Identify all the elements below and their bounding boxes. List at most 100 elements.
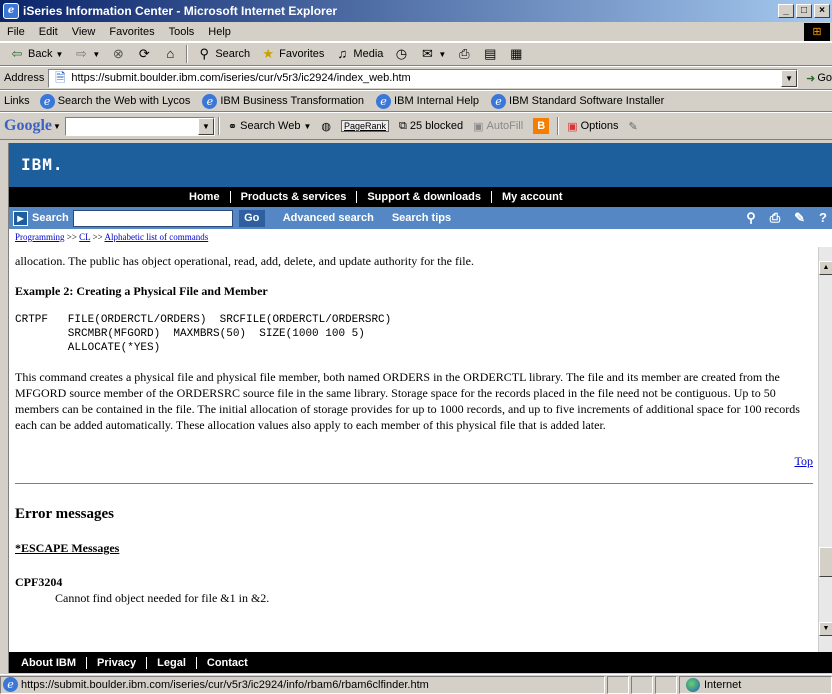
menu-file[interactable]: File: [0, 26, 32, 38]
address-input[interactable]: 🗎 https://submit.boulder.ibm.com/iseries…: [48, 68, 799, 88]
search-tips-link[interactable]: Search tips: [392, 212, 451, 224]
scroll-up-button[interactable]: ▲: [819, 261, 832, 275]
refresh-button[interactable]: ⟳: [131, 46, 157, 62]
favorites-icon: ★: [262, 46, 274, 61]
menu-bar: File Edit View Favorites Tools Help ⊞: [0, 22, 832, 42]
search-web-dropdown-icon[interactable]: ▼: [303, 122, 311, 131]
scroll-down-button[interactable]: ▼: [819, 622, 832, 636]
maximize-button[interactable]: □: [796, 4, 812, 18]
mail-dropdown-icon[interactable]: ▼: [438, 50, 446, 59]
forward-button[interactable]: ⇨ ▼: [68, 46, 105, 62]
go-arrow-icon: ➜: [806, 72, 816, 85]
options-button[interactable]: ▣ Options: [562, 120, 623, 133]
nav-products[interactable]: Products & services: [231, 191, 358, 203]
link-lycos[interactable]: e Search the Web with Lycos: [34, 93, 197, 109]
highlighter-button[interactable]: ✎: [624, 120, 643, 133]
discuss-button[interactable]: ▦: [503, 46, 529, 62]
tree-icon[interactable]: ⚲: [746, 210, 756, 226]
menu-view[interactable]: View: [65, 26, 103, 38]
popup-blocker-button[interactable]: ⧉ 25 blocked: [394, 120, 468, 133]
link-ibm-business[interactable]: e IBM Business Transformation: [196, 93, 370, 109]
zone-label: Internet: [704, 678, 742, 691]
minimize-button[interactable]: _: [778, 4, 794, 18]
link-ibm-help[interactable]: e IBM Internal Help: [370, 93, 485, 109]
footer-legal[interactable]: Legal: [147, 656, 197, 669]
ibm-go-button[interactable]: Go: [238, 209, 265, 227]
footer-contact[interactable]: Contact: [197, 657, 258, 669]
forward-arrow-icon: ⇨: [75, 46, 87, 61]
escape-messages-heading: *ESCAPE Messages: [15, 541, 120, 555]
stop-icon: ⊗: [112, 46, 124, 61]
pagerank-label: PageRank: [341, 120, 390, 132]
print-frame-icon[interactable]: ⎙: [770, 210, 780, 226]
print-icon: ⎙: [459, 46, 470, 61]
address-dropdown-button[interactable]: ▼: [781, 69, 798, 87]
example-heading: Example 2: Creating a Physical File and …: [15, 284, 268, 298]
pagerank-button[interactable]: PageRank: [336, 120, 394, 132]
breadcrumb-sep: >>: [92, 232, 103, 242]
nav-support[interactable]: Support & downloads: [357, 191, 493, 203]
stop-button[interactable]: ⊗: [105, 46, 131, 62]
mail-icon: ✉: [421, 46, 433, 61]
document-body: allocation. The public has object operat…: [15, 247, 813, 652]
google-logo-text: Google: [4, 117, 52, 134]
close-button[interactable]: ×: [814, 4, 830, 18]
breadcrumb: Programming >> CL >> Alphabetic list of …: [15, 232, 208, 242]
menu-edit[interactable]: Edit: [32, 26, 65, 38]
binoculars-icon: ⚭: [227, 120, 238, 133]
options-label: Options: [580, 120, 619, 132]
mail-button[interactable]: ✉ ▼: [414, 46, 451, 62]
home-button[interactable]: ⌂: [157, 46, 183, 62]
ibm-footer: About IBM Privacy Legal Contact: [9, 652, 832, 673]
google-search-dropdown[interactable]: ▼: [197, 117, 214, 135]
go-button[interactable]: ➜ Go: [806, 72, 832, 85]
google-logo[interactable]: Google ▼: [4, 117, 61, 135]
search-button[interactable]: ⚲ Search: [191, 46, 255, 62]
vertical-scrollbar[interactable]: ▲ ▼: [818, 247, 832, 652]
nav-my-account[interactable]: My account: [492, 191, 573, 203]
page-icon: 🗎: [55, 70, 66, 85]
breadcrumb-command-list[interactable]: Alphabetic list of commands: [105, 232, 209, 242]
history-button[interactable]: ◷: [388, 46, 414, 62]
ibm-logo[interactable]: IBM.: [21, 155, 64, 174]
scrollbar-thumb[interactable]: [819, 547, 832, 577]
options-icon: ▣: [567, 120, 578, 133]
windows-logo-icon: ⊞: [804, 23, 830, 41]
pencil-icon[interactable]: ✎: [794, 210, 805, 226]
internet-globe-icon: [686, 677, 700, 692]
breadcrumb-cl[interactable]: CL: [79, 232, 90, 242]
link-ibm-software[interactable]: e IBM Standard Software Installer: [485, 93, 670, 109]
autofill-button[interactable]: ▣ AutoFill: [468, 120, 528, 133]
link-label: IBM Business Transformation: [220, 95, 365, 107]
google-search-web-button[interactable]: ⚭ Search Web ▼: [223, 120, 316, 133]
menu-favorites[interactable]: Favorites: [102, 26, 161, 38]
back-button[interactable]: ⇦ Back ▼: [4, 46, 68, 62]
news-icon: ◍: [321, 120, 331, 133]
google-search-input[interactable]: ▼: [64, 116, 215, 136]
menu-tools[interactable]: Tools: [162, 26, 202, 38]
nav-home[interactable]: Home: [179, 191, 231, 203]
blogger-button[interactable]: B: [528, 118, 554, 134]
help-icon[interactable]: ?: [819, 210, 827, 226]
back-dropdown-icon[interactable]: ▼: [55, 50, 63, 59]
media-button[interactable]: ♫ Media: [329, 46, 388, 62]
top-link[interactable]: Top: [15, 453, 814, 469]
favorites-button[interactable]: ★ Favorites: [255, 46, 329, 62]
link-label: IBM Internal Help: [394, 95, 480, 107]
menu-help[interactable]: Help: [201, 26, 238, 38]
advanced-search-link[interactable]: Advanced search: [283, 212, 374, 224]
forward-dropdown-icon[interactable]: ▼: [92, 50, 100, 59]
autofill-icon: ▣: [473, 120, 484, 133]
toolbar-separator: [217, 117, 220, 135]
print-button[interactable]: ⎙: [451, 46, 477, 62]
popup-blocker-icon: ⧉: [399, 119, 407, 132]
edit-button[interactable]: ▤: [477, 46, 503, 62]
breadcrumb-programming[interactable]: Programming: [15, 232, 65, 242]
title-bar: e iSeries Information Center - Microsoft…: [0, 0, 832, 22]
footer-about[interactable]: About IBM: [11, 656, 87, 669]
google-news-button[interactable]: ◍: [316, 120, 336, 133]
ie-link-icon: e: [202, 93, 218, 109]
ibm-search-input[interactable]: [72, 209, 233, 227]
footer-privacy[interactable]: Privacy: [87, 656, 148, 669]
code-line: CRTPF FILE(ORDERCTL/ORDERS) SRCFILE(ORDE…: [15, 314, 392, 326]
